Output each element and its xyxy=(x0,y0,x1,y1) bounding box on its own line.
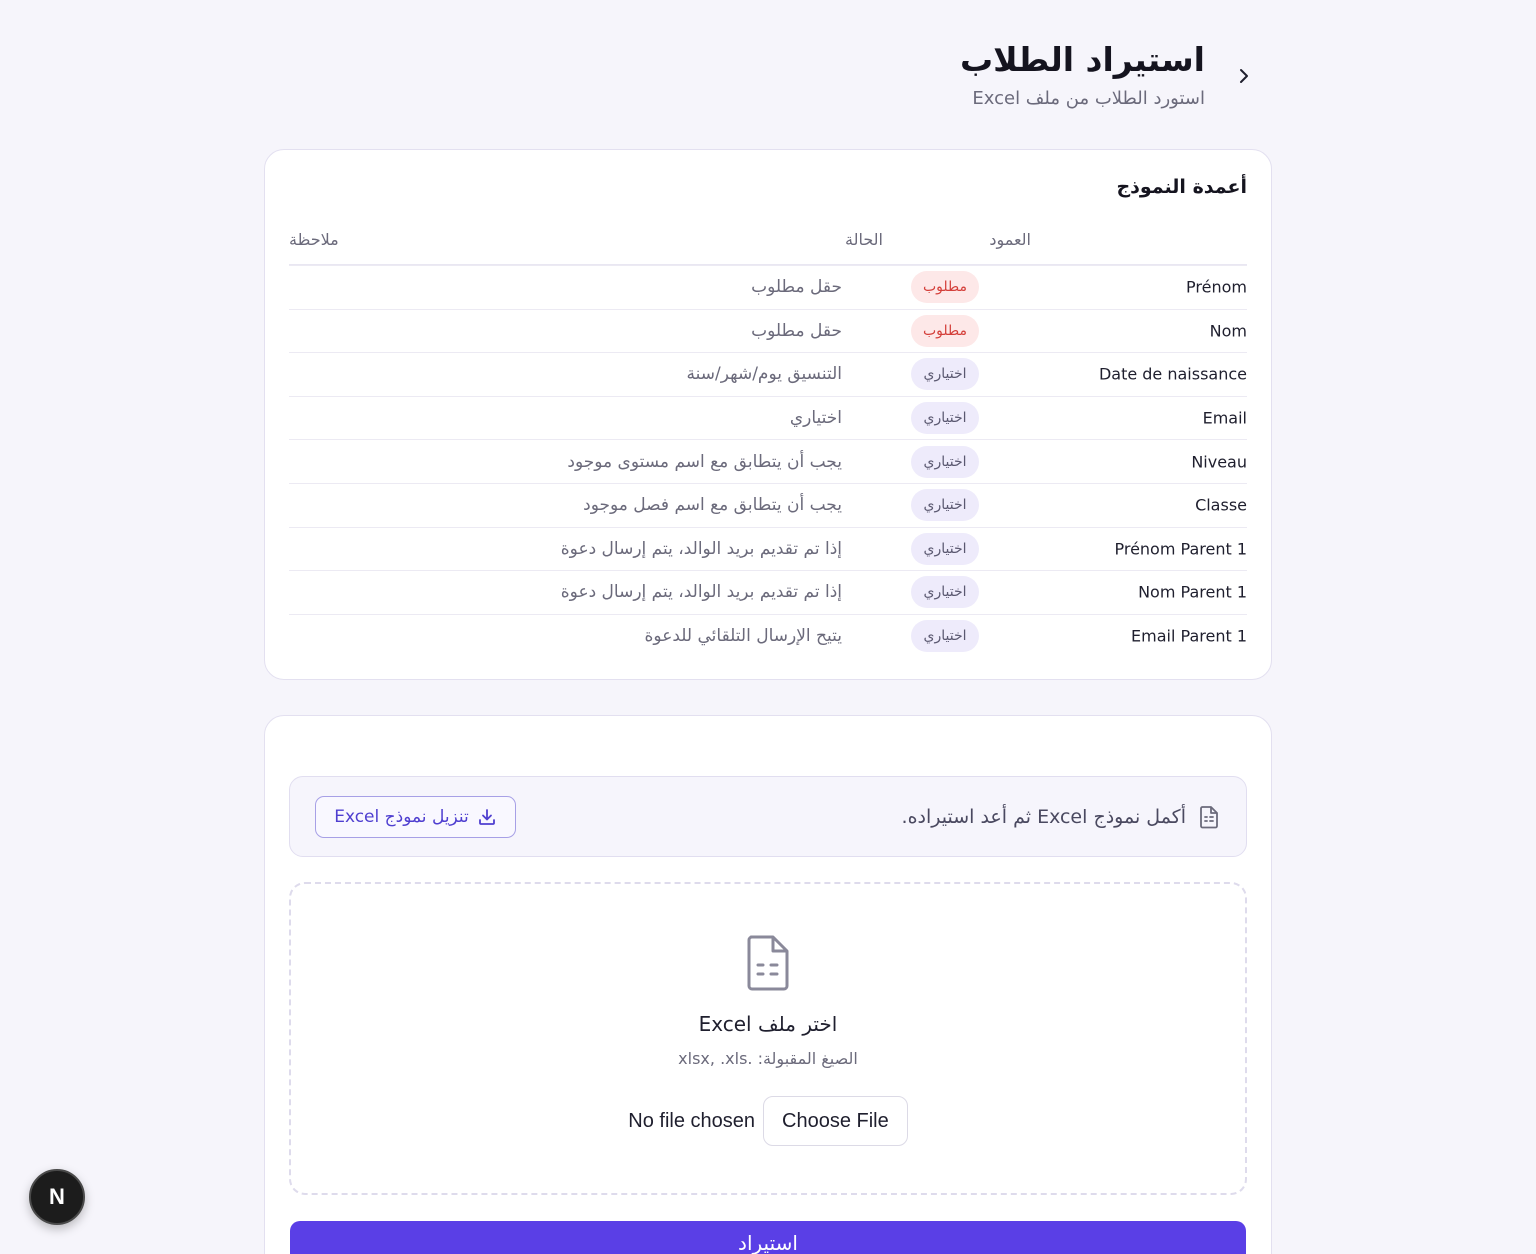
status-badge: اختياري xyxy=(911,620,979,653)
nextjs-dev-badge[interactable]: N xyxy=(29,1169,85,1225)
status-badge: مطلوب xyxy=(911,271,979,304)
column-note: إذا تم تقديم بريد الوالد، يتم إرسال دعوة xyxy=(560,538,842,559)
column-name: Email xyxy=(1202,408,1247,428)
chevron-right-icon xyxy=(1240,69,1248,83)
status-badge: مطلوب xyxy=(911,314,979,347)
status-badge: اختياري xyxy=(911,532,979,565)
status-badge: اختياري xyxy=(911,445,979,478)
spreadsheet-file-icon xyxy=(1200,806,1218,829)
column-name: Email Parent 1 xyxy=(1131,626,1247,646)
file-input[interactable]: No file chosen Choose File xyxy=(291,1096,1245,1146)
card-title: أعمدة النموذج xyxy=(1116,176,1247,198)
column-name: Classe xyxy=(1195,495,1247,515)
column-name: Niveau xyxy=(1191,452,1247,472)
column-note: يجب أن يتطابق مع اسم مستوى موجود xyxy=(567,451,842,472)
template-columns-card: أعمدة النموذج العمود الحالة ملاحظة Préno… xyxy=(264,149,1272,680)
column-note: إذا تم تقديم بريد الوالد، يتم إرسال دعوة xyxy=(560,582,842,603)
page-subtitle: استورد الطلاب من ملف Excel xyxy=(972,88,1205,109)
dropzone-title: اختر ملف Excel xyxy=(698,1012,838,1036)
table-row: Nom مطلوب حقل مطلوب xyxy=(289,308,1247,353)
import-button[interactable]: استيراد xyxy=(290,1221,1246,1254)
column-note: اختياري xyxy=(789,408,842,429)
column-name: Prénom xyxy=(1186,277,1247,297)
table-row: Date de naissance اختياري التنسيق يوم/شه… xyxy=(289,352,1247,396)
column-name: Nom Parent 1 xyxy=(1138,582,1247,602)
file-dropzone[interactable]: اختر ملف Excel الصيغ المقبولة: .xlsx, .x… xyxy=(289,882,1247,1195)
column-name: Prénom Parent 1 xyxy=(1114,539,1247,559)
template-banner: أكمل نموذج Excel ثم أعد استيراده. تنزيل … xyxy=(289,776,1247,857)
spreadsheet-file-icon xyxy=(747,935,789,991)
column-note: يجب أن يتطابق مع اسم فصل موجود xyxy=(583,495,842,516)
column-header-note: ملاحظة xyxy=(289,230,339,249)
dropzone-formats: الصيغ المقبولة: .xlsx, .xls xyxy=(678,1049,858,1068)
table-row: Prénom مطلوب حقل مطلوب xyxy=(289,265,1247,309)
status-badge: اختياري xyxy=(911,489,979,522)
status-badge: اختياري xyxy=(911,402,979,435)
upload-card: أكمل نموذج Excel ثم أعد استيراده. تنزيل … xyxy=(264,715,1272,1254)
column-name: Nom xyxy=(1209,321,1247,341)
column-note: يتيح الإرسال التلقائي للدعوة xyxy=(644,626,842,647)
file-status: No file chosen xyxy=(628,1109,756,1132)
status-badge: اختياري xyxy=(911,358,979,391)
table-row: Email اختياري اختياري xyxy=(289,395,1247,440)
download-template-button[interactable]: تنزيل نموذج Excel xyxy=(315,796,516,838)
table-row: Prénom Parent 1 اختياري إذا تم تقديم بري… xyxy=(289,526,1247,571)
table-row: Nom Parent 1 اختياري إذا تم تقديم بريد ا… xyxy=(289,570,1247,614)
column-note: حقل مطلوب xyxy=(751,277,842,298)
column-note: التنسيق يوم/شهر/سنة xyxy=(686,364,842,385)
column-note: حقل مطلوب xyxy=(751,320,842,341)
page-header: استيراد الطلاب استورد الطلاب من ملف Exce… xyxy=(264,36,1272,120)
column-header-status: الحالة xyxy=(845,230,883,249)
back-button[interactable] xyxy=(1230,62,1258,90)
status-badge: اختياري xyxy=(911,576,979,609)
table-row: Niveau اختياري يجب أن يتطابق مع اسم مستو… xyxy=(289,439,1247,483)
download-template-label: تنزيل نموذج Excel xyxy=(334,807,469,827)
choose-file-button[interactable]: Choose File xyxy=(763,1096,908,1146)
table-row: Classe اختياري يجب أن يتطابق مع اسم فصل … xyxy=(289,483,1247,527)
table-row: Email Parent 1 اختياري يتيح الإرسال التل… xyxy=(289,613,1247,658)
nextjs-logo-icon: N xyxy=(49,1184,65,1209)
download-icon xyxy=(478,809,495,825)
banner-text: أكمل نموذج Excel ثم أعد استيراده. xyxy=(901,805,1186,828)
column-name: Date de naissance xyxy=(1098,364,1247,384)
column-header-column: العمود xyxy=(989,230,1031,249)
page-title: استيراد الطلاب xyxy=(959,40,1205,79)
